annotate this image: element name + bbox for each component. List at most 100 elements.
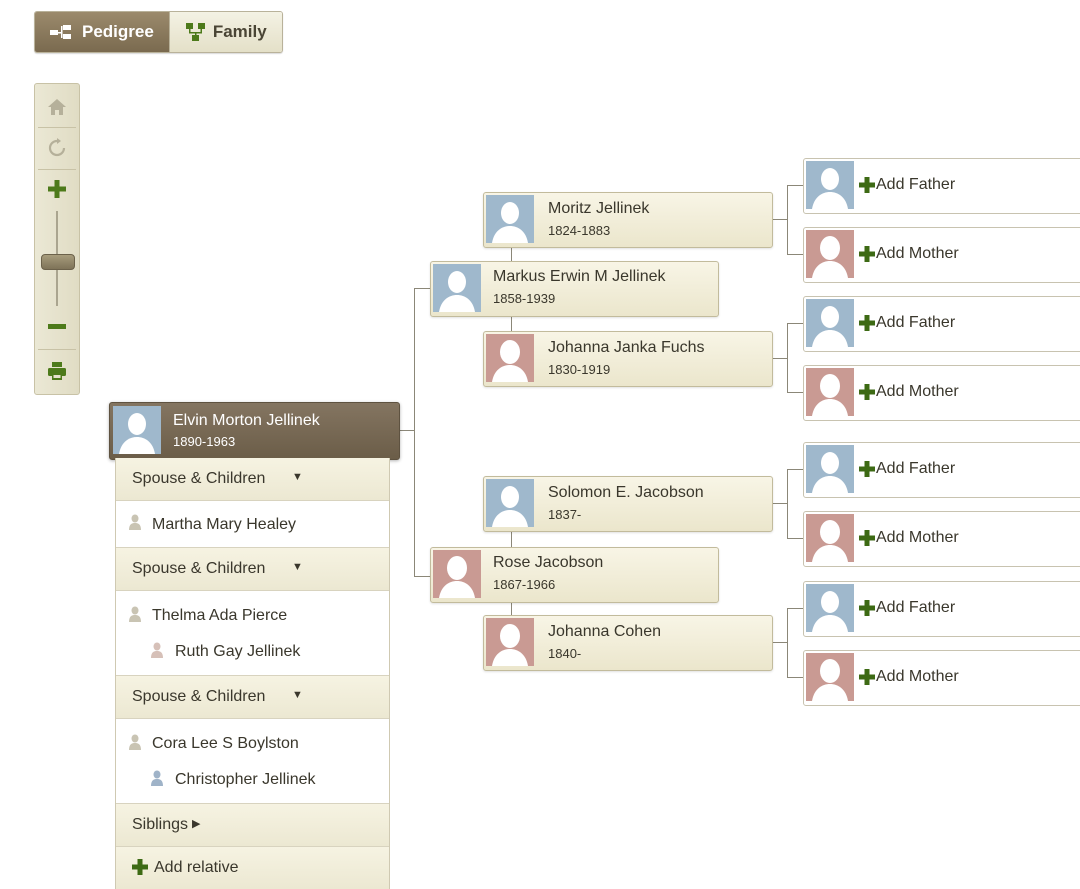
refresh-button[interactable] <box>35 131 79 165</box>
person-icon <box>129 514 141 530</box>
add-relative-button[interactable]: Add relative <box>116 847 389 889</box>
zoom-in-button[interactable] <box>35 174 79 204</box>
child-name[interactable]: Ruth Gay Jellinek <box>175 643 300 661</box>
spouse-name[interactable]: Cora Lee S Boylston <box>152 735 299 753</box>
male-avatar-icon <box>806 584 854 632</box>
female-avatar-icon <box>486 334 534 382</box>
spouse-name[interactable]: Thelma Ada Pierce <box>152 607 287 625</box>
person-icon <box>151 642 163 658</box>
expand-arrow-icon: ▶ <box>192 818 201 830</box>
add-relative-label: Add relative <box>154 859 239 876</box>
family-icon <box>185 23 205 41</box>
female-avatar-icon <box>433 550 481 598</box>
spouse-children-label: Spouse & Children <box>132 560 266 577</box>
person-dates: 1858-1939 <box>493 291 556 306</box>
root-person-name: Elvin Morton Jellinek <box>173 412 320 429</box>
add-father-label: Add Father <box>876 599 956 616</box>
plus-icon <box>859 530 875 546</box>
home-button[interactable] <box>35 90 79 124</box>
female-avatar-icon <box>806 514 854 562</box>
add-mother-label: Add Mother <box>876 383 959 400</box>
add-mother-button[interactable]: Add Mother <box>803 650 1080 706</box>
male-avatar-icon <box>806 161 854 209</box>
person-dates: 1824-1883 <box>548 223 611 238</box>
male-avatar-icon <box>806 299 854 347</box>
grandparent-card[interactable]: Johanna Cohen 1840- <box>483 615 773 671</box>
person-icon <box>151 770 163 786</box>
home-icon <box>48 99 66 115</box>
person-name: Solomon E. Jacobson <box>548 484 704 501</box>
family-view-button[interactable]: Family <box>168 12 282 52</box>
zoom-in-icon <box>48 180 66 198</box>
family-view-label: Family <box>212 22 267 41</box>
person-dates: 1867-1966 <box>493 577 556 592</box>
add-father-label: Add Father <box>876 460 956 477</box>
parent-card-father[interactable]: Markus Erwin M Jellinek 1858-1939 <box>430 261 719 317</box>
grandparent-card[interactable]: Solomon E. Jacobson 1837- <box>483 476 773 532</box>
tree-toolbar <box>34 83 80 395</box>
person-dates: 1840- <box>548 646 582 661</box>
person-icon <box>129 734 141 750</box>
male-avatar-icon <box>806 445 854 493</box>
add-mother-label: Add Mother <box>876 245 959 262</box>
person-name: Johanna Cohen <box>548 623 661 640</box>
siblings-header[interactable]: Siblings ▶ <box>116 804 389 847</box>
person-icon <box>129 606 141 622</box>
spouse-name[interactable]: Martha Mary Healey <box>152 516 296 534</box>
male-avatar-icon <box>433 264 481 312</box>
dropdown-arrow-icon: ▼ <box>292 689 303 701</box>
spouse-children-label: Spouse & Children <box>132 470 266 487</box>
root-person-card[interactable]: Elvin Morton Jellinek 1890-1963 <box>109 402 400 460</box>
male-avatar-icon <box>113 406 161 454</box>
plus-icon <box>859 461 875 477</box>
add-mother-button[interactable]: Add Mother <box>803 511 1080 567</box>
parent-card-mother[interactable]: Rose Jacobson 1867-1966 <box>430 547 719 603</box>
spouse-children-label: Spouse & Children <box>132 688 266 705</box>
plus-icon <box>859 600 875 616</box>
siblings-label: Siblings <box>132 816 189 833</box>
plus-icon <box>859 246 875 262</box>
zoom-slider-handle[interactable] <box>41 254 75 270</box>
spouse-children-header[interactable]: Spouse & Children ▼ <box>116 458 389 501</box>
zoom-out-button[interactable] <box>35 312 79 342</box>
root-person-dates: 1890-1963 <box>173 434 236 449</box>
pedigree-view-button[interactable]: Pedigree <box>35 12 169 52</box>
zoom-out-icon <box>48 324 66 329</box>
male-avatar-icon <box>486 479 534 527</box>
pedigree-view-label: Pedigree <box>82 22 154 41</box>
refresh-icon <box>48 138 66 157</box>
grandparent-card[interactable]: Johanna Janka Fuchs 1830-1919 <box>483 331 773 387</box>
person-dates: 1837- <box>548 507 582 522</box>
add-father-button[interactable]: Add Father <box>803 442 1080 498</box>
add-father-button[interactable]: Add Father <box>803 296 1080 352</box>
print-icon <box>48 362 66 380</box>
add-father-label: Add Father <box>876 176 956 193</box>
plus-icon <box>859 177 875 193</box>
female-avatar-icon <box>486 618 534 666</box>
add-mother-label: Add Mother <box>876 529 959 546</box>
plus-icon <box>859 384 875 400</box>
add-mother-button[interactable]: Add Mother <box>803 365 1080 421</box>
dropdown-arrow-icon: ▼ <box>292 561 303 573</box>
person-name: Rose Jacobson <box>493 554 604 571</box>
spouse-row <box>116 719 389 804</box>
add-father-button[interactable]: Add Father <box>803 581 1080 637</box>
person-name: Moritz Jellinek <box>548 200 650 217</box>
spouse-children-header[interactable]: Spouse & Children ▼ <box>116 548 389 591</box>
male-avatar-icon <box>486 195 534 243</box>
grandparent-card[interactable]: Moritz Jellinek 1824-1883 <box>483 192 773 248</box>
spouse-children-header[interactable]: Spouse & Children ▼ <box>116 676 389 719</box>
plus-icon <box>132 859 148 875</box>
add-father-button[interactable]: Add Father <box>803 158 1080 214</box>
plus-icon <box>859 669 875 685</box>
spouse-row <box>116 591 389 676</box>
female-avatar-icon <box>806 230 854 278</box>
view-toggle: Pedigree Family <box>34 11 283 53</box>
pedigree-icon <box>50 25 71 39</box>
person-dates: 1830-1919 <box>548 362 611 377</box>
plus-icon <box>859 315 875 331</box>
person-name: Johanna Janka Fuchs <box>548 339 705 356</box>
print-button[interactable] <box>35 354 79 388</box>
add-mother-button[interactable]: Add Mother <box>803 227 1080 283</box>
child-name[interactable]: Christopher Jellinek <box>175 771 316 789</box>
